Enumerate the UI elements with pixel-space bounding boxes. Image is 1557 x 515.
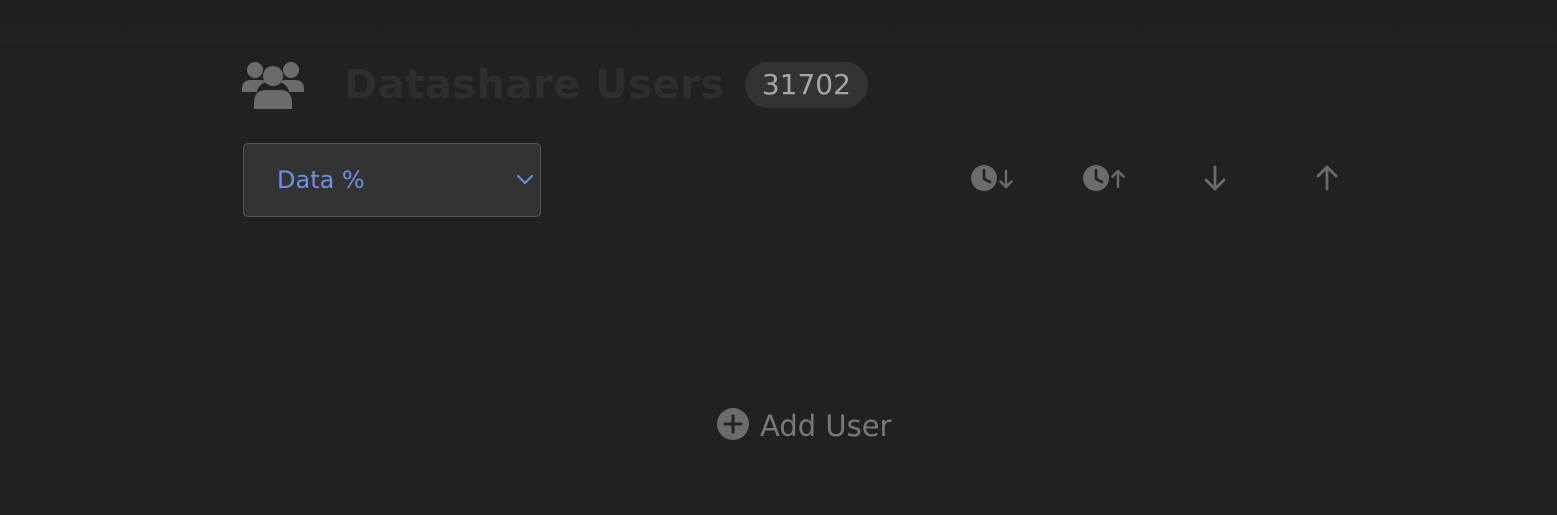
clock-sort-ascending-icon: [1080, 162, 1128, 198]
users-group-icon: [242, 59, 304, 111]
datashare-users-page: Datashare Users 31702 Data % Add User: [0, 0, 1557, 515]
sort-by-selected-value: Data %: [277, 166, 365, 194]
plus-circle-icon: [716, 407, 750, 445]
arrow-up-icon: [1315, 162, 1339, 198]
user-count-badge: 31702: [744, 62, 868, 108]
sort-descending-button[interactable]: [1189, 160, 1241, 200]
arrow-down-icon: [1203, 162, 1227, 198]
top-shade: [0, 0, 1557, 44]
sort-time-descending-button[interactable]: [966, 160, 1018, 200]
chevron-down-icon: [516, 172, 534, 186]
page-header: Datashare Users 31702: [242, 58, 868, 112]
clock-sort-descending-icon: [968, 162, 1016, 198]
add-user-button[interactable]: Add User: [716, 406, 891, 446]
sort-ascending-button[interactable]: [1301, 160, 1353, 200]
page-title: Datashare Users: [344, 62, 725, 108]
sort-time-ascending-button[interactable]: [1078, 160, 1130, 200]
sort-by-select[interactable]: Data %: [243, 143, 541, 217]
add-user-label: Add User: [760, 409, 892, 443]
